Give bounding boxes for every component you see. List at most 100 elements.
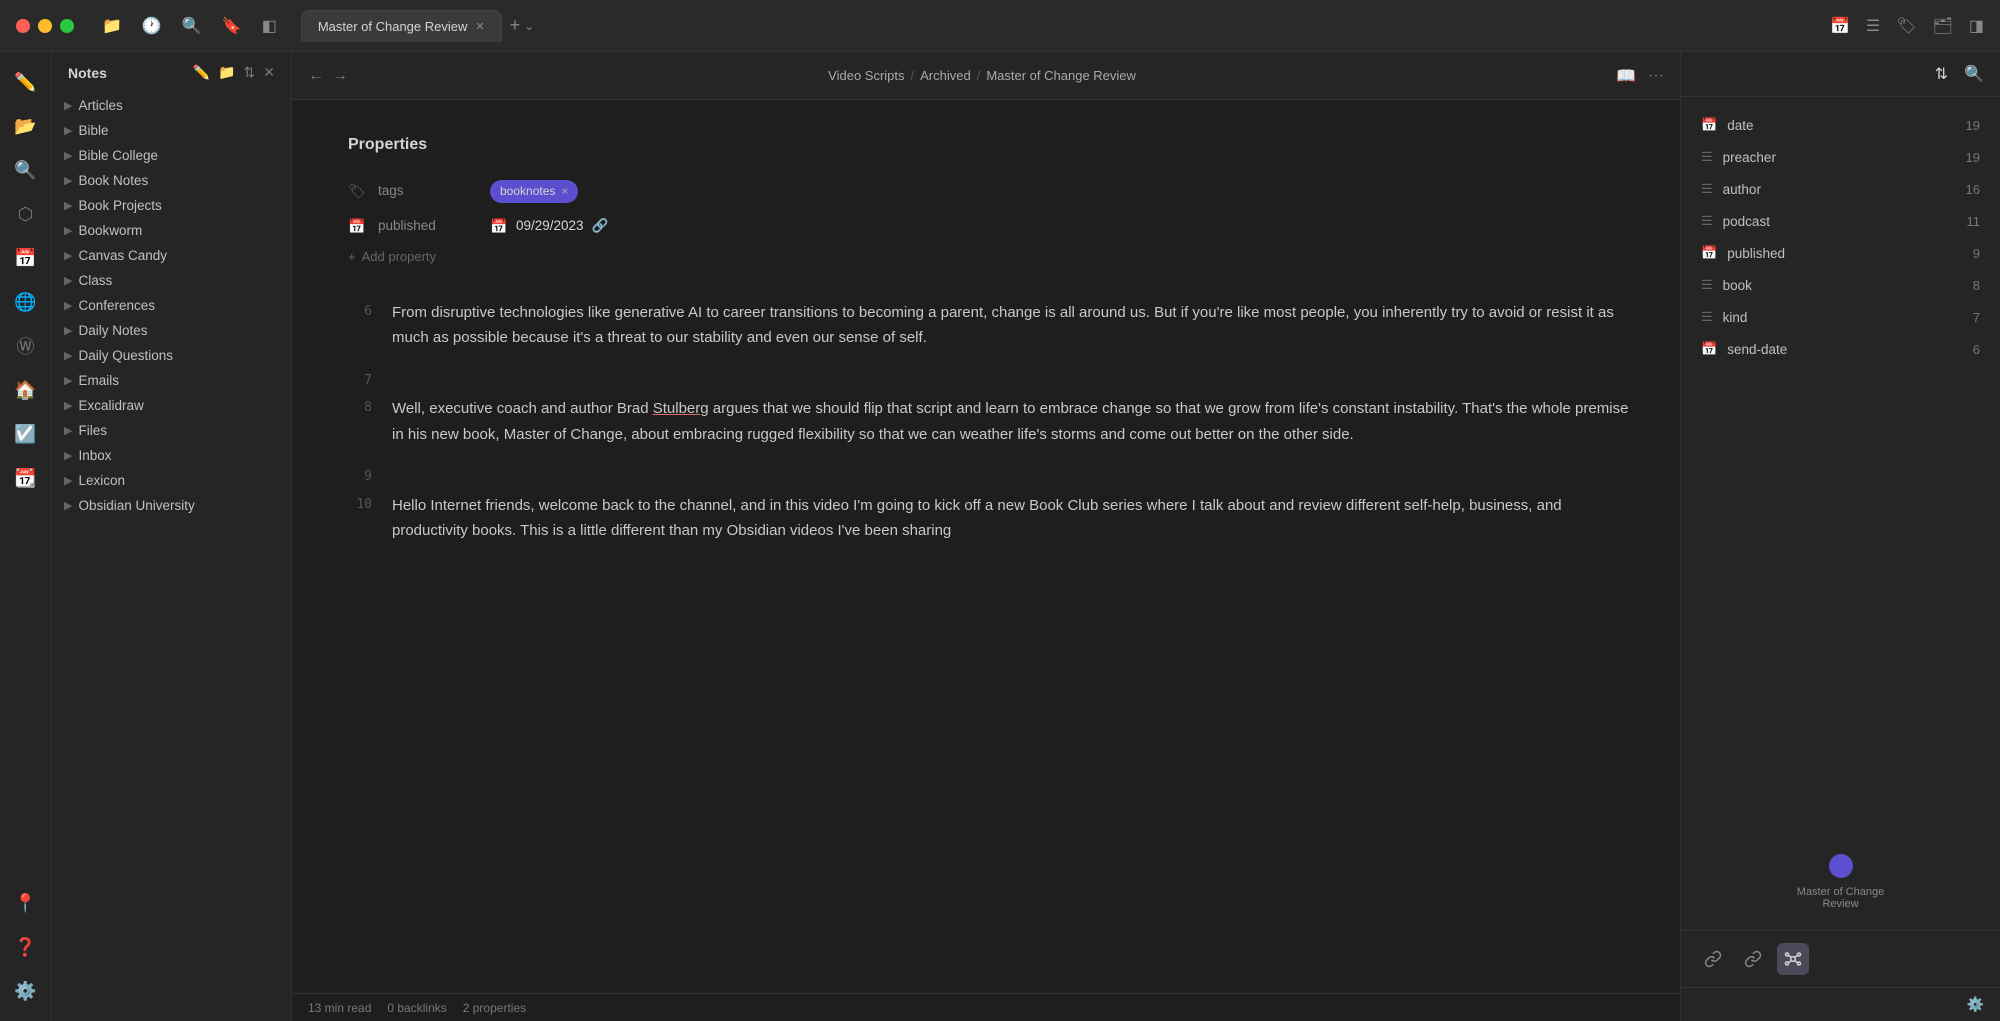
prop-item-preacher[interactable]: ☰ preacher 19 <box>1681 141 2000 173</box>
calendar-date-icon: 📅 <box>490 215 508 237</box>
active-tab[interactable]: Master of Change Review ✕ <box>301 10 502 42</box>
sidebar-item-emails[interactable]: ▶ Emails <box>56 368 287 393</box>
task-icon[interactable]: ☑️ <box>8 416 44 452</box>
sidebar-item-class[interactable]: ▶ Class <box>56 268 287 293</box>
icon-bar: ✏️ 📂 🔍 ⬡ 📅 🌐 Ⓦ 🏠 ☑️ 📆 📍 ❓ ⚙️ <box>0 52 52 1021</box>
prop-item-author[interactable]: ☰ author 16 <box>1681 173 2000 205</box>
breadcrumb-part2[interactable]: Archived <box>920 68 971 83</box>
breadcrumb-part3[interactable]: Master of Change Review <box>986 68 1136 83</box>
reading-mode-icon[interactable]: 📖 <box>1616 66 1636 86</box>
close-sidebar-icon[interactable]: ✕ <box>263 64 275 81</box>
tag-remove-icon[interactable]: × <box>561 182 568 201</box>
panel-settings-icon[interactable]: ⚙️ <box>1967 996 1984 1013</box>
sidebar-item-files[interactable]: ▶ Files <box>56 418 287 443</box>
sidebar-item-inbox[interactable]: ▶ Inbox <box>56 443 287 468</box>
sidebar-item-lexicon[interactable]: ▶ Lexicon <box>56 468 287 493</box>
tabs-dropdown-icon[interactable]: ⌄ <box>524 19 534 33</box>
publish-icon[interactable]: 🌐 <box>8 284 44 320</box>
back-arrow-icon[interactable]: ← <box>308 67 324 85</box>
sidebar-item-articles[interactable]: ▶ Articles <box>56 93 287 118</box>
line-content-9[interactable] <box>392 465 1632 491</box>
chevron-right-icon: ▶ <box>64 424 72 437</box>
calendar-bar-icon[interactable]: 📅 <box>8 240 44 276</box>
prop-item-published[interactable]: 📅 published 9 <box>1681 237 2000 269</box>
forward-arrow-icon[interactable]: → <box>332 67 348 85</box>
read-time-status: 13 min read <box>308 1001 371 1015</box>
new-note-icon[interactable]: ✏️ <box>8 64 44 100</box>
sort-panel-icon[interactable]: ⇅ <box>1935 64 1948 84</box>
calendar2-icon[interactable]: 📆 <box>8 460 44 496</box>
sidebar-item-book-projects[interactable]: ▶ Book Projects <box>56 193 287 218</box>
prop-item-send-date-left: 📅 send-date <box>1701 341 1787 357</box>
incoming-links-button[interactable] <box>1737 943 1769 975</box>
sidebar-item-book-notes[interactable]: ▶ Book Notes <box>56 168 287 193</box>
file-browser-icon[interactable]: 📁 <box>102 16 122 36</box>
tab-close-icon[interactable]: ✕ <box>475 20 484 33</box>
line-content-8[interactable]: Well, executive coach and author Brad St… <box>392 396 1632 447</box>
sidebar-item-bookworm[interactable]: ▶ Bookworm <box>56 218 287 243</box>
published-date[interactable]: 09/29/2023 <box>516 215 584 237</box>
bookmark-icon[interactable]: 🔖 <box>222 16 242 36</box>
layout-icon[interactable]: ◧ <box>262 16 277 36</box>
home-icon[interactable]: 🏠 <box>8 372 44 408</box>
sidebar-item-bible-college[interactable]: ▶ Bible College <box>56 143 287 168</box>
sidebar-item-daily-notes[interactable]: ▶ Daily Notes <box>56 318 287 343</box>
sidebar-item-excalidraw[interactable]: ▶ Excalidraw <box>56 393 287 418</box>
status-bar: 13 min read 0 backlinks 2 properties <box>292 993 1680 1021</box>
spellcheck-word: Stulberg <box>653 400 709 417</box>
outgoing-links-button[interactable] <box>1697 943 1729 975</box>
calendar-icon[interactable]: 📅 <box>1830 16 1850 36</box>
main-layout: ✏️ 📂 🔍 ⬡ 📅 🌐 Ⓦ 🏠 ☑️ 📆 📍 ❓ ⚙️ Notes ✏️ 📁 … <box>0 52 2000 1021</box>
prop-item-kind[interactable]: ☰ kind 7 <box>1681 301 2000 333</box>
chevron-right-icon: ▶ <box>64 499 72 512</box>
editor-area[interactable]: Properties 🏷 tags booknotes × 📅 publishe… <box>292 100 1680 993</box>
sidebar-item-label: Articles <box>78 98 122 113</box>
prop-item-book-label: book <box>1723 278 1752 293</box>
breadcrumb-part1[interactable]: Video Scripts <box>828 68 904 83</box>
settings-icon[interactable]: ⚙️ <box>8 973 44 1009</box>
calendar-prop-icon: 📅 <box>1701 341 1717 357</box>
line-content-7[interactable] <box>392 369 1632 395</box>
add-property-button[interactable]: + Add property <box>348 243 1632 272</box>
sidebar-item-canvas-candy[interactable]: ▶ Canvas Candy <box>56 243 287 268</box>
new-folder-icon[interactable]: 📁 <box>218 64 235 81</box>
tags-icon[interactable]: 🏷 <box>1896 16 1916 36</box>
minimap-label: Master of Change Review <box>1781 886 1901 910</box>
search-panel-icon[interactable]: 🔍 <box>1964 64 1984 84</box>
archive-icon[interactable]: 🗂 <box>1933 16 1953 36</box>
content-area: ← → Video Scripts / Archived / Master of… <box>292 52 1680 1021</box>
sidebar-item-conferences[interactable]: ▶ Conferences <box>56 293 287 318</box>
prop-item-book[interactable]: ☰ book 8 <box>1681 269 2000 301</box>
close-button[interactable] <box>16 19 30 33</box>
sidebar-item-bible[interactable]: ▶ Bible <box>56 118 287 143</box>
new-tab-button[interactable]: + <box>510 15 521 36</box>
sidebar-item-daily-questions[interactable]: ▶ Daily Questions <box>56 343 287 368</box>
line-content-6[interactable]: From disruptive technologies like genera… <box>392 300 1632 351</box>
prop-item-date[interactable]: 📅 date 19 <box>1681 109 2000 141</box>
wp-icon[interactable]: Ⓦ <box>8 328 44 364</box>
line-content-10[interactable]: Hello Internet friends, welcome back to … <box>392 493 1632 544</box>
minimize-button[interactable] <box>38 19 52 33</box>
help-icon[interactable]: ❓ <box>8 929 44 965</box>
prop-item-send-date[interactable]: 📅 send-date 6 <box>1681 333 2000 365</box>
maximize-button[interactable] <box>60 19 74 33</box>
checklist-icon[interactable]: ☰ <box>1866 16 1880 36</box>
graph-icon[interactable]: ⬡ <box>8 196 44 232</box>
location-icon[interactable]: 📍 <box>8 885 44 921</box>
search-bar-icon[interactable]: 🔍 <box>8 152 44 188</box>
calendar-prop-icon: 📅 <box>1701 117 1717 133</box>
sidebar-item-label: Bible College <box>78 148 158 163</box>
graph-view-button[interactable] <box>1777 943 1809 975</box>
sidebar-toggle-icon[interactable]: ◨ <box>1969 16 1984 36</box>
tag-badge-booknotes[interactable]: booknotes × <box>490 180 578 203</box>
prop-item-podcast[interactable]: ☰ podcast 11 <box>1681 205 2000 237</box>
sort-icon[interactable]: ⇅ <box>244 64 256 81</box>
history-icon[interactable]: 🕐 <box>142 16 162 36</box>
new-note-header-icon[interactable]: ✏️ <box>193 64 210 81</box>
more-options-icon[interactable]: ··· <box>1648 67 1664 85</box>
prop-item-send-date-count: 6 <box>1973 342 1980 357</box>
search-icon[interactable]: 🔍 <box>182 16 202 36</box>
minimap-position-dot <box>1829 854 1853 878</box>
files-icon[interactable]: 📂 <box>8 108 44 144</box>
sidebar-item-obsidian-university[interactable]: ▶ Obsidian University <box>56 493 287 518</box>
